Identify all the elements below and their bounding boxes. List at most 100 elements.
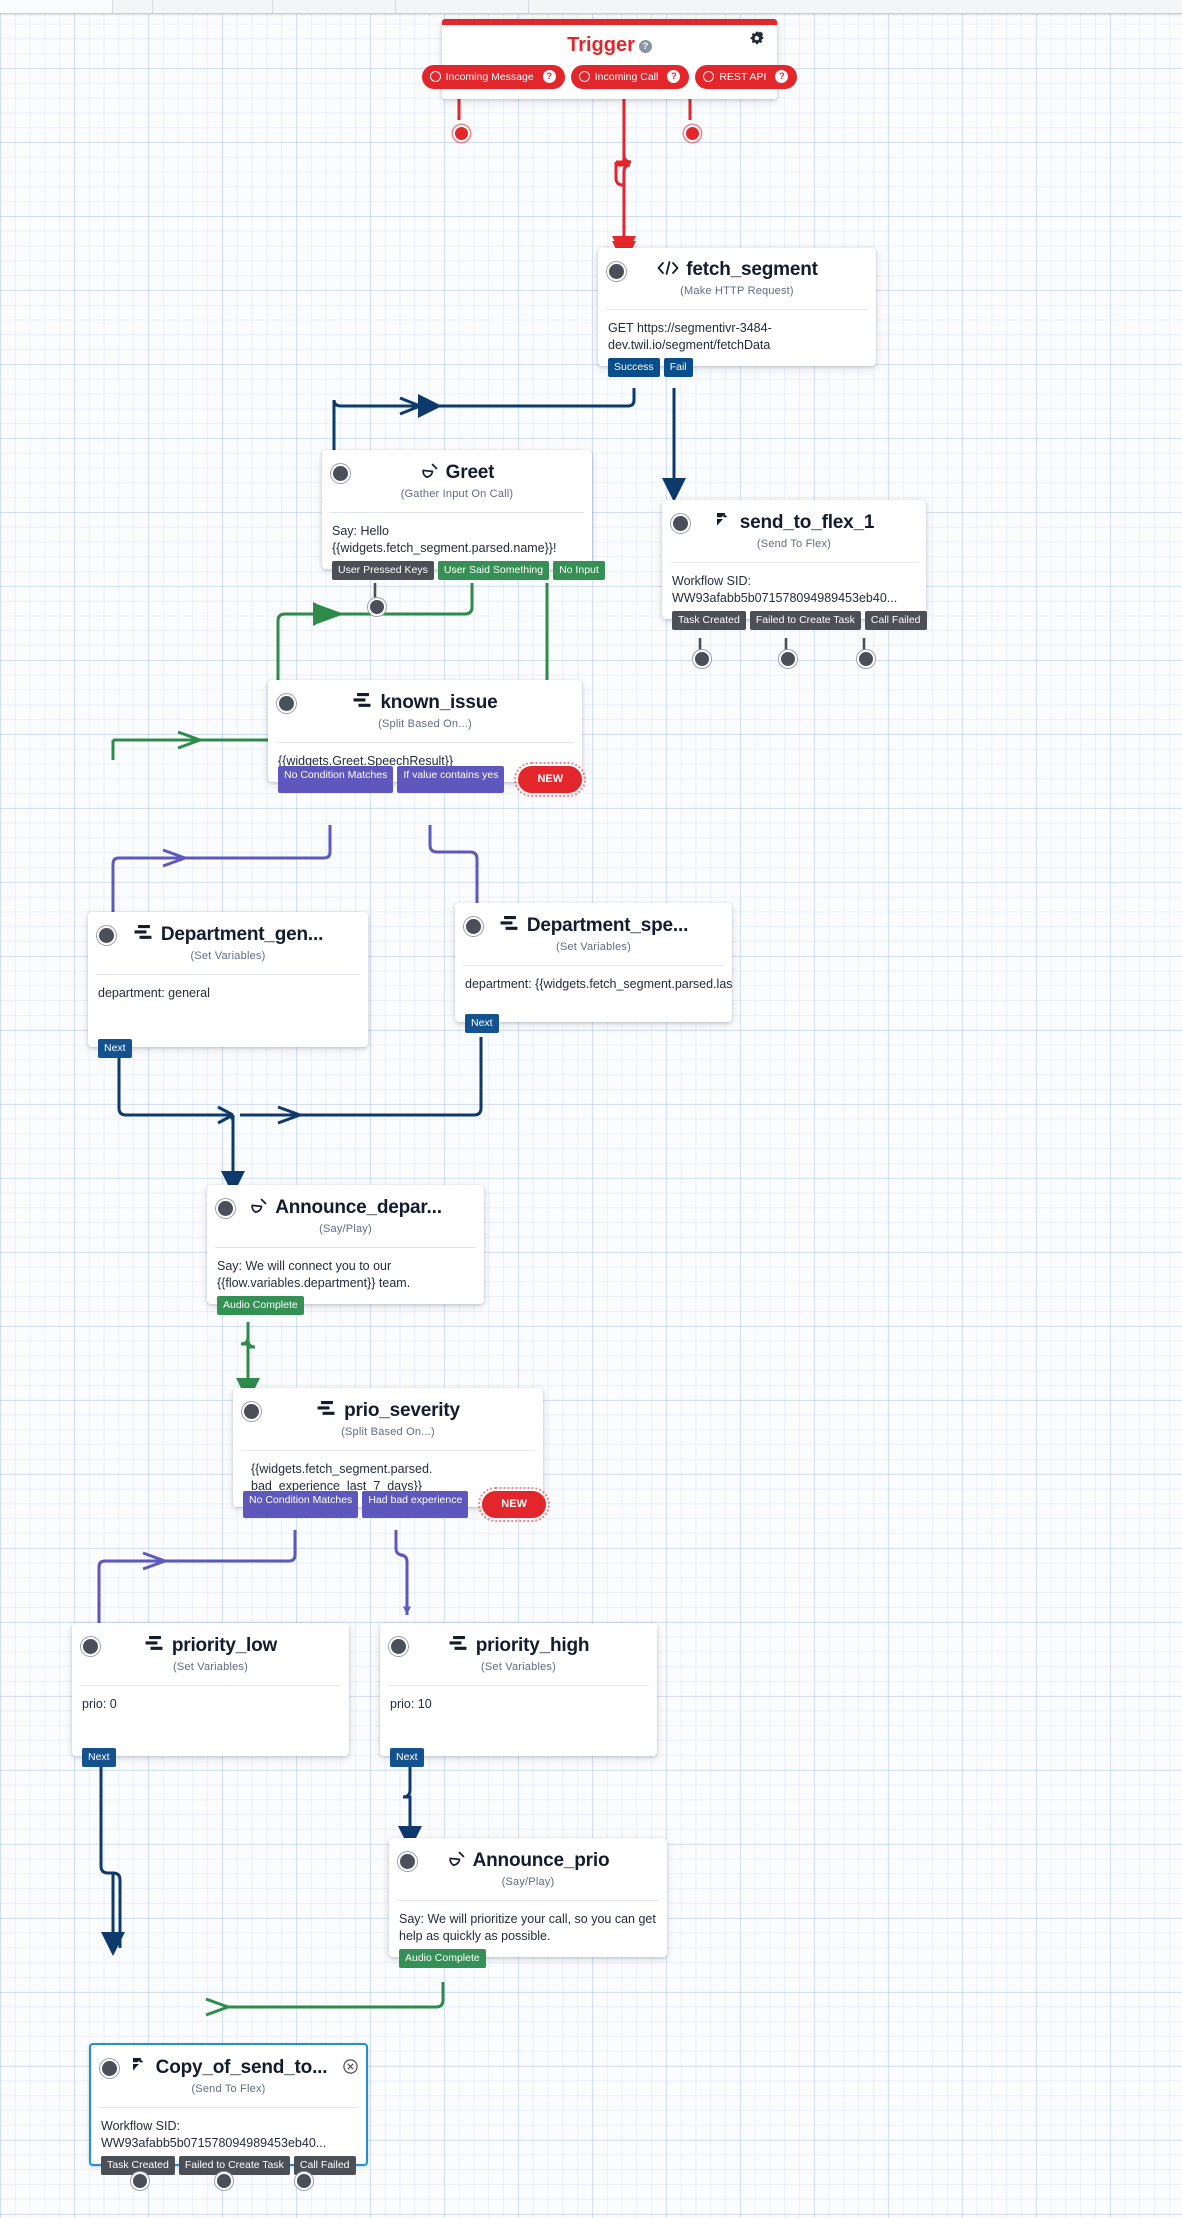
output-fail[interactable]: Fail bbox=[663, 357, 693, 377]
widget-subtitle: (Make HTTP Request) bbox=[680, 285, 794, 297]
widget-subtitle: (Say/Play) bbox=[501, 1876, 555, 1888]
widget-announce-department[interactable]: Announce_depar... (Say/Play) Say: We wil… bbox=[207, 1185, 484, 1315]
split-icon bbox=[499, 914, 521, 937]
help-icon[interactable]: ? bbox=[638, 40, 652, 53]
widget-header: prio_severity (Split Based On...) bbox=[233, 1388, 543, 1444]
copyflex-failed-endpoint[interactable] bbox=[215, 2172, 233, 2190]
output-audio-complete[interactable]: Audio Complete bbox=[217, 1295, 304, 1315]
widget-title: Department_spe... bbox=[526, 914, 689, 936]
output-no-condition-matches[interactable]: No Condition Matches bbox=[278, 765, 394, 793]
widget-subtitle: (Send To Flex) bbox=[191, 2083, 266, 2095]
output-had-bad-experience[interactable]: Had bad experience bbox=[362, 1490, 469, 1518]
trigger-widget[interactable]: Trigger? Incoming Message ? Incoming Cal… bbox=[421, 19, 798, 99]
widget-input-dot[interactable] bbox=[81, 1637, 100, 1656]
widget-title: Announce_depar... bbox=[275, 1196, 442, 1218]
widget-body: prio: 0 bbox=[82, 1697, 117, 1711]
output-no-input[interactable]: No Input bbox=[553, 560, 605, 580]
widget-header: Department_spe... (Set Variables) bbox=[455, 903, 732, 959]
trigger-incoming-message[interactable]: Incoming Message ? bbox=[421, 65, 565, 89]
widget-input-dot[interactable] bbox=[671, 514, 690, 533]
toolbar-divider bbox=[152, 0, 153, 13]
output-failed-to-create-task[interactable]: Failed to Create Task bbox=[178, 2155, 290, 2175]
output-audio-complete[interactable]: Audio Complete bbox=[399, 1948, 486, 1968]
widget-send-to-flex-1[interactable]: send_to_flex_1 (Send To Flex) Workflow S… bbox=[662, 500, 927, 630]
output-next[interactable]: Next bbox=[82, 1747, 116, 1767]
widget-input-dot[interactable] bbox=[100, 2059, 119, 2078]
help-icon[interactable]: ? bbox=[667, 70, 681, 83]
trigger-message-endpoint[interactable] bbox=[453, 125, 470, 142]
widget-input-dot[interactable] bbox=[464, 917, 483, 936]
flex-icon bbox=[714, 511, 734, 534]
output-task-created[interactable]: Task Created bbox=[672, 610, 746, 630]
widget-outputs: Next bbox=[98, 1038, 132, 1058]
widget-department-general[interactable]: Department_gen... (Set Variables) depart… bbox=[88, 912, 368, 1058]
trigger-option-label: Incoming Message bbox=[445, 70, 534, 83]
widget-priority-high[interactable]: priority_high (Set Variables) prio: 10 N… bbox=[380, 1623, 657, 1767]
widget-subtitle: (Gather Input On Call) bbox=[400, 488, 514, 500]
add-condition-new-button[interactable]: NEW bbox=[514, 761, 587, 797]
help-icon[interactable]: ? bbox=[542, 70, 556, 83]
widget-subtitle: (Set Variables) bbox=[556, 941, 631, 953]
phone-icon bbox=[447, 1849, 467, 1872]
output-user-pressed-keys[interactable]: User Pressed Keys bbox=[332, 560, 434, 580]
widget-prio-severity[interactable]: prio_severity (Split Based On...) {{widg… bbox=[233, 1388, 550, 1522]
widget-input-dot[interactable] bbox=[607, 262, 626, 281]
widget-known-issue[interactable]: known_issue (Split Based On...) {{widget… bbox=[268, 680, 587, 797]
widget-header: priority_low (Set Variables) bbox=[72, 1623, 349, 1679]
output-next[interactable]: Next bbox=[390, 1747, 424, 1767]
flow-canvas[interactable]: Trigger? Incoming Message ? Incoming Cal… bbox=[0, 0, 1182, 2218]
widget-title: known_issue bbox=[380, 691, 498, 713]
widget-input-dot[interactable] bbox=[331, 464, 350, 483]
radio-icon bbox=[578, 71, 590, 82]
copyflex-task-created-endpoint[interactable] bbox=[131, 2172, 149, 2190]
trigger-rest-api[interactable]: REST API ? bbox=[695, 65, 798, 89]
widget-subtitle: (Set Variables) bbox=[481, 1661, 556, 1673]
output-no-condition-matches[interactable]: No Condition Matches bbox=[243, 1490, 359, 1518]
add-condition-new-button[interactable]: NEW bbox=[478, 1486, 550, 1522]
flex-icon bbox=[130, 2056, 150, 2079]
widget-fetch-segment[interactable]: fetch_segment (Make HTTP Request) GET ht… bbox=[598, 248, 876, 377]
widget-outputs: No Condition Matches If value contains y… bbox=[278, 761, 587, 797]
toolbar-left-cap bbox=[0, 0, 113, 13]
output-success[interactable]: Success bbox=[608, 357, 660, 377]
widget-header: known_issue (Split Based On...) bbox=[268, 680, 582, 736]
flex1-call-failed-endpoint[interactable] bbox=[857, 650, 875, 668]
close-icon[interactable] bbox=[343, 2059, 358, 2074]
output-if-value-contains-yes[interactable]: If value contains yes bbox=[397, 765, 505, 793]
widget-input-dot[interactable] bbox=[398, 1852, 417, 1871]
trigger-options: Incoming Message ? Incoming Call ? REST … bbox=[421, 59, 798, 99]
output-next[interactable]: Next bbox=[98, 1038, 132, 1058]
output-next[interactable]: Next bbox=[465, 1013, 499, 1033]
widget-department-specific[interactable]: Department_spe... (Set Variables) depart… bbox=[455, 903, 732, 1033]
widget-input-dot[interactable] bbox=[242, 1402, 261, 1421]
widget-input-dot[interactable] bbox=[277, 694, 296, 713]
widget-title: send_to_flex_1 bbox=[739, 511, 875, 533]
widget-header: send_to_flex_1 (Send To Flex) bbox=[662, 500, 926, 556]
widget-outputs: Task Created Failed to Create Task Call … bbox=[672, 610, 927, 630]
split-icon bbox=[352, 691, 374, 714]
widget-copy-of-send-to-flex[interactable]: Copy_of_send_to... (Send To Flex) Workfl… bbox=[89, 2043, 368, 2175]
widget-body: prio: 10 bbox=[390, 1697, 432, 1711]
output-user-said-something[interactable]: User Said Something bbox=[437, 560, 550, 580]
gear-icon[interactable] bbox=[749, 31, 767, 47]
widget-input-dot[interactable] bbox=[216, 1199, 235, 1218]
flex1-failed-endpoint[interactable] bbox=[779, 650, 797, 668]
widget-input-dot[interactable] bbox=[97, 926, 116, 945]
trigger-restapi-endpoint[interactable] bbox=[684, 125, 701, 142]
output-call-failed[interactable]: Call Failed bbox=[864, 610, 927, 630]
widget-greet[interactable]: Greet (Gather Input On Call) Say: Hello … bbox=[322, 450, 605, 580]
help-icon[interactable]: ? bbox=[775, 70, 789, 83]
widget-header: Department_gen... (Set Variables) bbox=[88, 912, 368, 968]
widget-header: fetch_segment (Make HTTP Request) bbox=[598, 248, 876, 303]
trigger-incoming-call[interactable]: Incoming Call ? bbox=[570, 65, 690, 89]
output-failed-to-create-task[interactable]: Failed to Create Task bbox=[749, 610, 861, 630]
widget-announce-prio[interactable]: Announce_prio (Say/Play) Say: We will pr… bbox=[389, 1838, 667, 1968]
widget-input-dot[interactable] bbox=[389, 1637, 408, 1656]
greet-pressed-keys-endpoint[interactable] bbox=[368, 598, 386, 616]
copyflex-call-failed-endpoint[interactable] bbox=[295, 2172, 313, 2190]
widget-header: Announce_prio (Say/Play) bbox=[389, 1838, 667, 1894]
widget-header: Greet (Gather Input On Call) bbox=[322, 450, 592, 506]
widget-outputs: Success Fail bbox=[608, 357, 693, 377]
flex1-task-created-endpoint[interactable] bbox=[693, 650, 711, 668]
widget-priority-low[interactable]: priority_low (Set Variables) prio: 0 Nex… bbox=[72, 1623, 349, 1767]
